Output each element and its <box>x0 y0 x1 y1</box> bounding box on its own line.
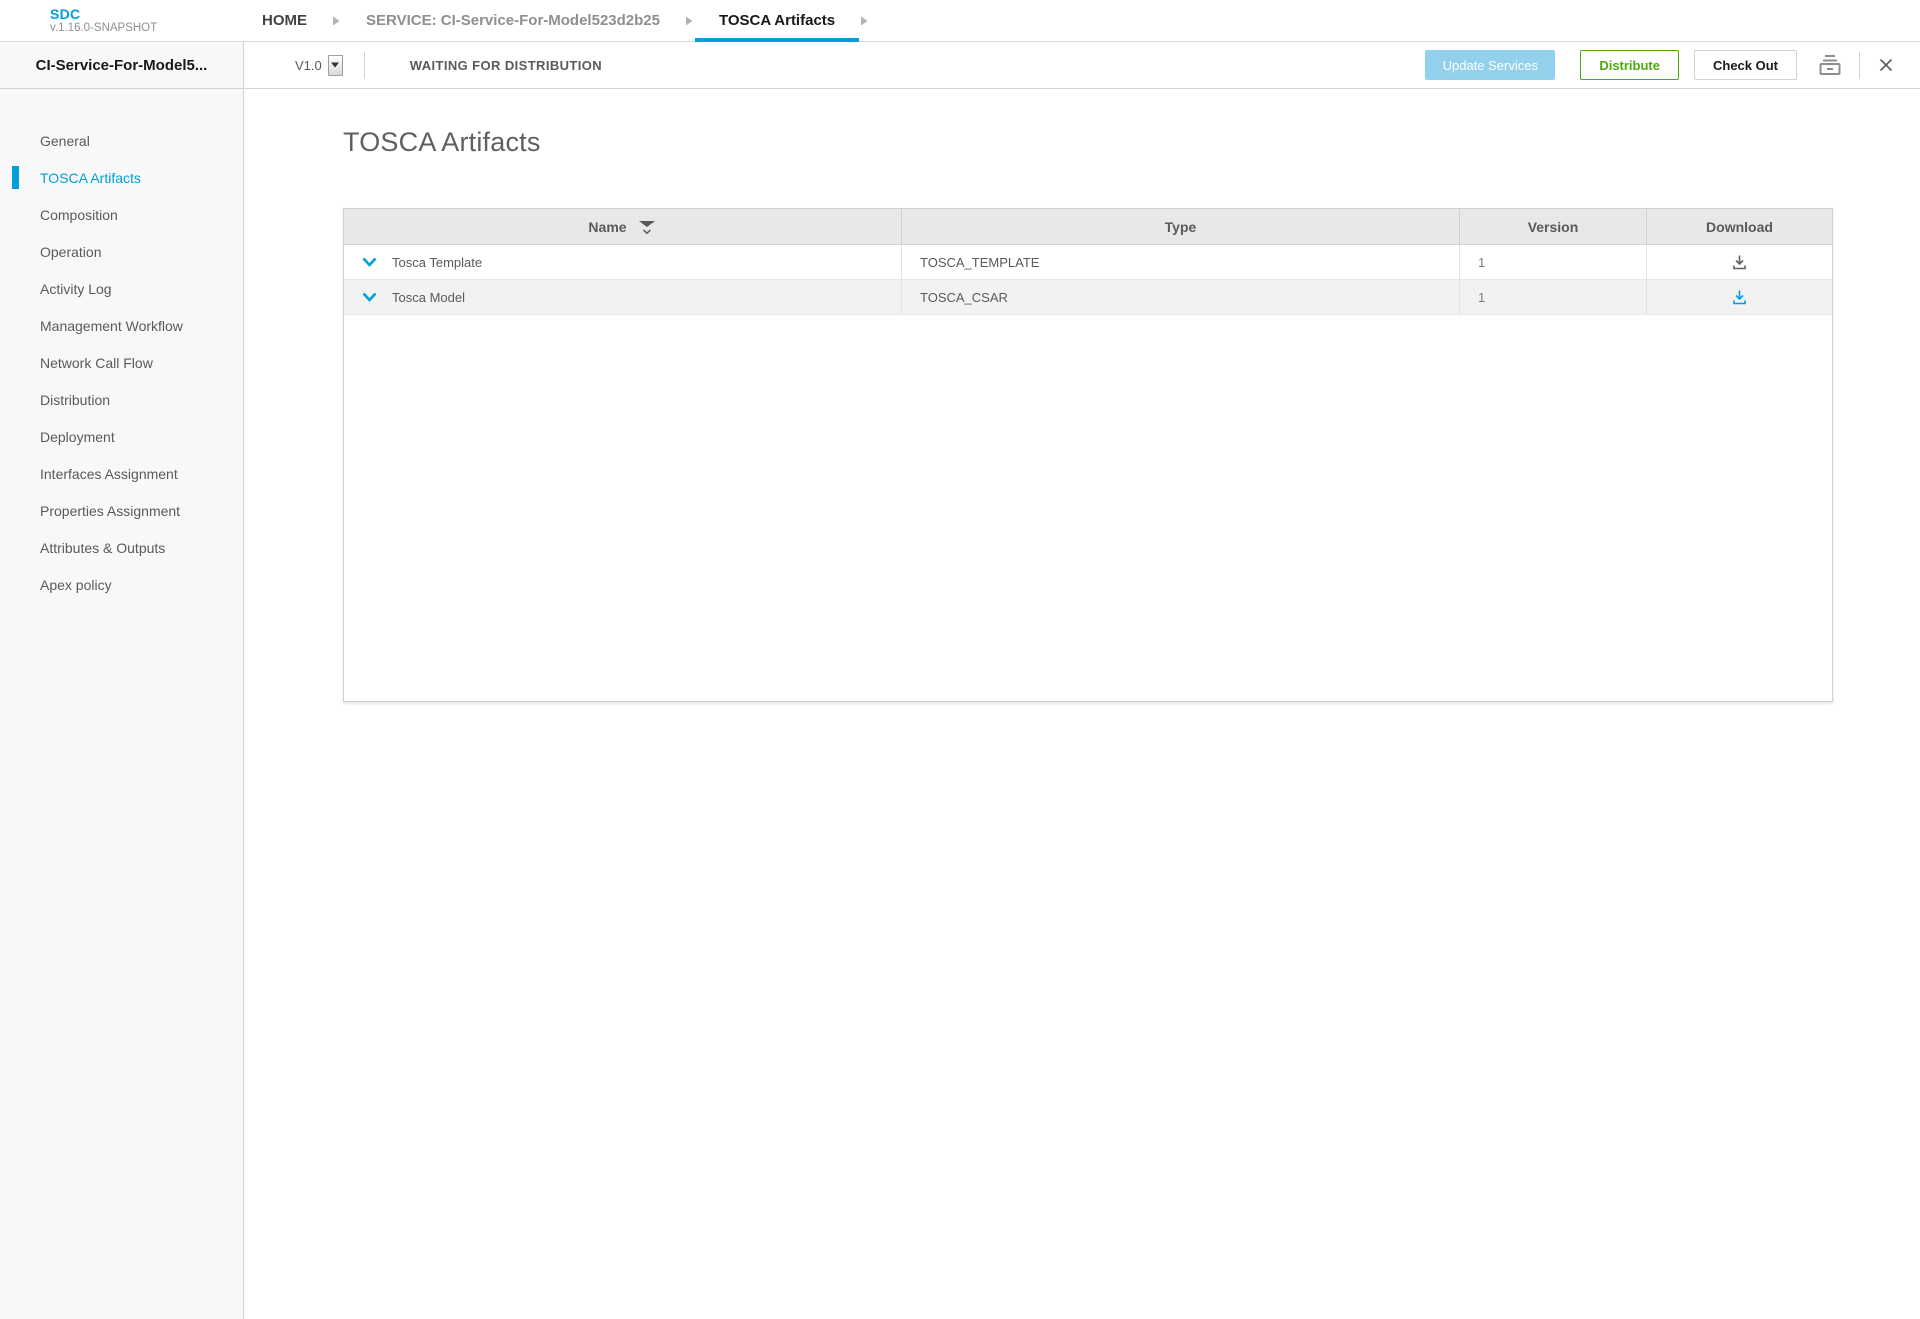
breadcrumb-tosca-artifacts[interactable]: TOSCA Artifacts <box>695 0 859 41</box>
artifact-version: 1 <box>1460 245 1647 279</box>
sidebar-menu: General TOSCA Artifacts Composition Oper… <box>0 89 243 603</box>
sidebar-item-deployment[interactable]: Deployment <box>0 418 243 455</box>
entity-title: CI-Service-For-Model5... <box>0 42 243 89</box>
app-build-version: v.1.16.0-SNAPSHOT <box>50 22 215 35</box>
download-icon[interactable] <box>1729 287 1750 308</box>
sidebar-item-network-call-flow[interactable]: Network Call Flow <box>0 344 243 381</box>
table-row[interactable]: Tosca Template TOSCA_TEMPLATE 1 <box>344 245 1832 280</box>
check-out-button[interactable]: Check Out <box>1694 50 1797 80</box>
content-area: TOSCA Artifacts Name Type Version <box>244 89 1920 702</box>
download-icon[interactable] <box>1729 252 1750 273</box>
chevron-down-icon[interactable] <box>360 290 379 304</box>
breadcrumb: HOME SERVICE: CI-Service-For-Model523d2b… <box>238 0 870 41</box>
column-header-type: Type <box>902 209 1460 244</box>
page-title: TOSCA Artifacts <box>343 127 1833 158</box>
header-divider <box>364 52 365 79</box>
artifact-version: 1 <box>1460 280 1647 314</box>
column-header-download: Download <box>1647 209 1832 244</box>
sidebar-item-management-workflow[interactable]: Management Workflow <box>0 307 243 344</box>
column-header-version: Version <box>1460 209 1647 244</box>
artifact-name: Tosca Template <box>392 255 482 270</box>
sidebar-item-operation[interactable]: Operation <box>0 233 243 270</box>
artifact-type: TOSCA_TEMPLATE <box>902 245 1460 279</box>
lifecycle-status: WAITING FOR DISTRIBUTION <box>410 58 602 73</box>
sidebar-item-tosca-artifacts[interactable]: TOSCA Artifacts <box>0 159 243 196</box>
artifact-name: Tosca Model <box>392 290 465 305</box>
sidebar-item-properties-assignment[interactable]: Properties Assignment <box>0 492 243 529</box>
header-divider <box>1859 52 1860 79</box>
main-panel: V1.0 WAITING FOR DISTRIBUTION Update Ser… <box>244 42 1920 1319</box>
sidebar-item-apex-policy[interactable]: Apex policy <box>0 566 243 603</box>
table-header-row: Name Type Version Download <box>344 209 1832 245</box>
version-selector[interactable]: V1.0 <box>295 55 343 76</box>
close-icon[interactable] <box>1876 55 1896 75</box>
workspace: CI-Service-For-Model5... General TOSCA A… <box>0 42 1920 1319</box>
table-empty-area <box>344 315 1832 701</box>
sidebar: CI-Service-For-Model5... General TOSCA A… <box>0 42 244 1319</box>
artifact-type: TOSCA_CSAR <box>902 280 1460 314</box>
top-navigation-bar: SDC v.1.16.0-SNAPSHOT HOME SERVICE: CI-S… <box>0 0 1920 42</box>
sort-descending-icon <box>637 218 657 235</box>
breadcrumb-arrow-icon <box>331 0 342 41</box>
breadcrumb-arrow-icon <box>859 0 870 41</box>
workspace-header: V1.0 WAITING FOR DISTRIBUTION Update Ser… <box>244 42 1920 89</box>
sidebar-item-composition[interactable]: Composition <box>0 196 243 233</box>
version-label: V1.0 <box>295 58 322 73</box>
breadcrumb-service[interactable]: SERVICE: CI-Service-For-Model523d2b25 <box>342 0 684 41</box>
breadcrumb-home[interactable]: HOME <box>238 0 331 41</box>
sidebar-item-distribution[interactable]: Distribution <box>0 381 243 418</box>
chevron-down-icon[interactable] <box>360 255 379 269</box>
sidebar-item-general[interactable]: General <box>0 122 243 159</box>
print-icon[interactable] <box>1815 51 1845 79</box>
distribute-button[interactable]: Distribute <box>1580 50 1679 80</box>
sdc-logo: SDC v.1.16.0-SNAPSHOT <box>50 0 215 41</box>
sidebar-item-attributes-outputs[interactable]: Attributes & Outputs <box>0 529 243 566</box>
sidebar-item-activity-log[interactable]: Activity Log <box>0 270 243 307</box>
update-services-button[interactable]: Update Services <box>1425 50 1555 80</box>
column-header-name[interactable]: Name <box>344 209 902 244</box>
version-dropdown-caret-icon[interactable] <box>328 55 343 76</box>
sidebar-item-interfaces-assignment[interactable]: Interfaces Assignment <box>0 455 243 492</box>
breadcrumb-arrow-icon <box>684 0 695 41</box>
tosca-artifacts-table: Name Type Version Download <box>343 208 1833 702</box>
app-name: SDC <box>50 6 215 22</box>
table-row[interactable]: Tosca Model TOSCA_CSAR 1 <box>344 280 1832 315</box>
